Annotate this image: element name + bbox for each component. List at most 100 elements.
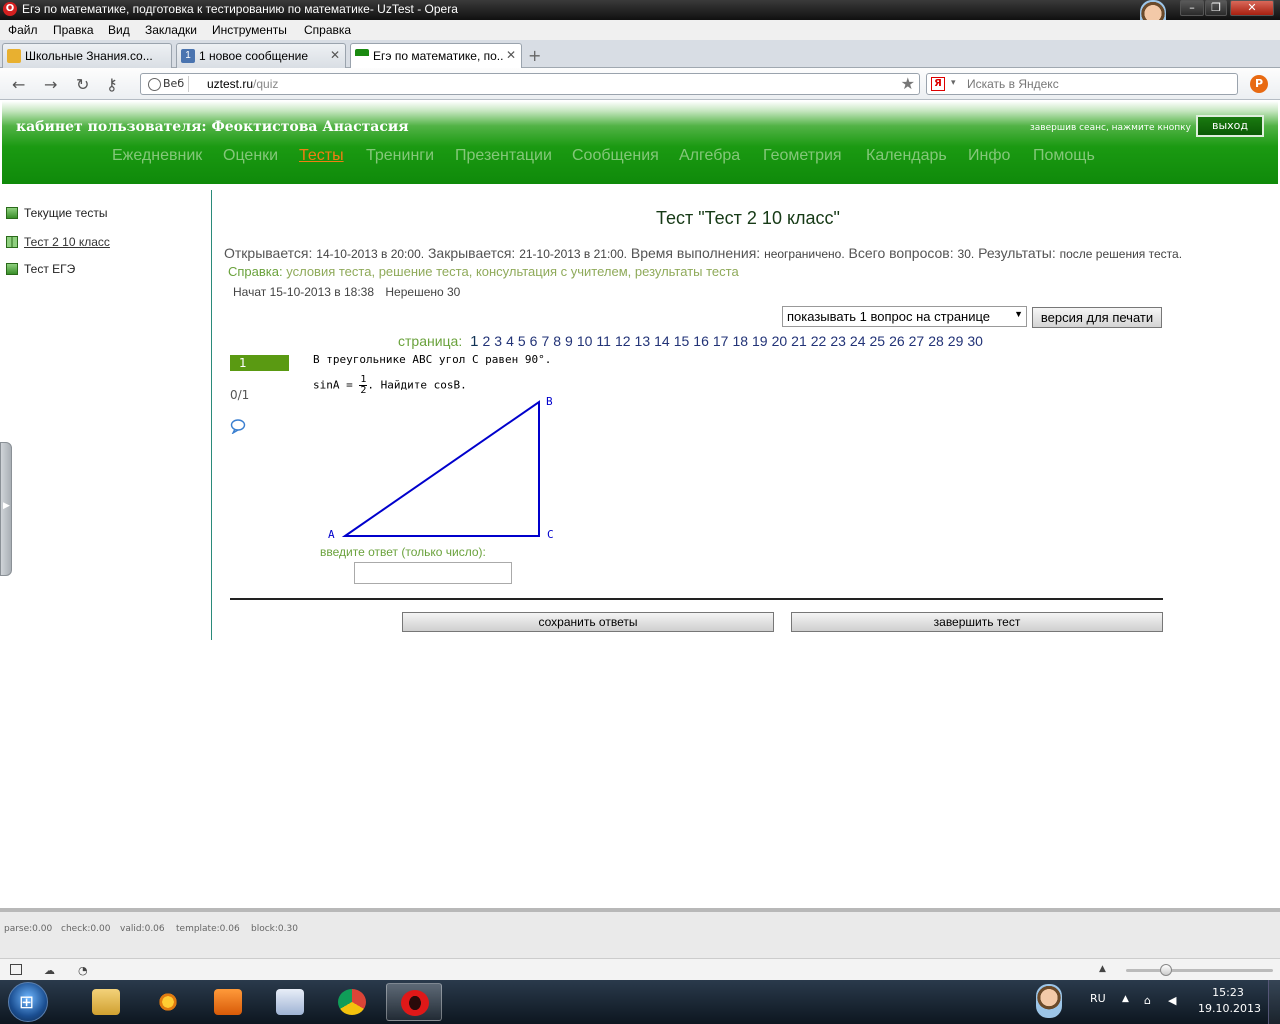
page-link-9[interactable]: 9 bbox=[565, 333, 573, 349]
help-link-solution[interactable]: решение теста bbox=[379, 264, 469, 279]
nav-geometry[interactable]: Геометрия bbox=[763, 147, 842, 165]
menu-tools[interactable]: Инструменты bbox=[212, 23, 287, 37]
page-link-6[interactable]: 6 bbox=[530, 333, 538, 349]
language-indicator[interactable]: RU bbox=[1090, 992, 1106, 1005]
page-link-20[interactable]: 20 bbox=[772, 333, 788, 349]
nav-tests[interactable]: Тесты bbox=[299, 147, 344, 165]
back-icon[interactable]: ← bbox=[12, 75, 25, 94]
page-link-14[interactable]: 14 bbox=[654, 333, 670, 349]
forward-icon[interactable]: → bbox=[44, 75, 57, 94]
key-icon[interactable]: ⚷ bbox=[106, 75, 118, 94]
show-desktop-button[interactable] bbox=[1268, 980, 1280, 1024]
chevron-down-icon[interactable]: ▾ bbox=[951, 78, 956, 88]
minimize-button[interactable]: – bbox=[1180, 0, 1204, 16]
taskbar-explorer[interactable] bbox=[78, 983, 134, 1021]
print-version-button[interactable]: версия для печати bbox=[1032, 307, 1162, 328]
nav-algebra[interactable]: Алгебра bbox=[679, 147, 740, 165]
taskbar-icq[interactable] bbox=[140, 983, 196, 1021]
network-icon[interactable]: ⌂ bbox=[1144, 994, 1151, 1007]
maximize-button[interactable]: ❐ bbox=[1205, 0, 1227, 16]
side-panel-handle[interactable]: ▶ bbox=[0, 442, 12, 576]
menu-help[interactable]: Справка bbox=[304, 23, 351, 37]
yandex-icon[interactable]: Я bbox=[931, 77, 945, 91]
close-window-button[interactable]: ✕ bbox=[1230, 0, 1274, 16]
page-link-16[interactable]: 16 bbox=[693, 333, 709, 349]
tab-messages[interactable]: 1 1 новое сообщение ✕ bbox=[176, 43, 346, 68]
finish-test-button[interactable]: завершить тест bbox=[791, 612, 1163, 632]
user-avatar-icon[interactable] bbox=[1036, 984, 1062, 1018]
comment-icon[interactable] bbox=[230, 418, 246, 434]
answer-input[interactable] bbox=[354, 562, 512, 584]
page-link-28[interactable]: 28 bbox=[928, 333, 944, 349]
menu-view[interactable]: Вид bbox=[108, 23, 130, 37]
page-link-10[interactable]: 10 bbox=[577, 333, 593, 349]
nav-trainings[interactable]: Тренинги bbox=[366, 147, 434, 165]
page-link-15[interactable]: 15 bbox=[674, 333, 690, 349]
opera-menu-icon[interactable]: P bbox=[1250, 75, 1268, 93]
page-link-26[interactable]: 26 bbox=[889, 333, 905, 349]
panel-toggle-icon[interactable] bbox=[10, 964, 22, 975]
taskbar-media-player[interactable] bbox=[200, 983, 256, 1021]
sidebar-item-ege[interactable]: Тест ЕГЭ bbox=[6, 262, 75, 276]
zoom-slider-thumb[interactable] bbox=[1160, 964, 1172, 976]
taskbar-chrome[interactable] bbox=[324, 983, 380, 1021]
tab-close-icon[interactable]: ✕ bbox=[506, 48, 516, 62]
clock-time[interactable]: 15:23 bbox=[1198, 986, 1258, 999]
save-answers-button[interactable]: сохранить ответы bbox=[402, 612, 774, 632]
page-link-19[interactable]: 19 bbox=[752, 333, 768, 349]
page-link-11[interactable]: 11 bbox=[596, 333, 611, 349]
page-link-8[interactable]: 8 bbox=[553, 333, 561, 349]
search-field[interactable]: Я ▾ Искать в Яндекс bbox=[926, 73, 1238, 95]
speedometer-icon[interactable]: ◔ bbox=[78, 964, 92, 977]
help-link-results[interactable]: результаты теста bbox=[635, 264, 739, 279]
volume-icon[interactable]: ◀ bbox=[1168, 994, 1176, 1007]
nav-messages[interactable]: Сообщения bbox=[572, 147, 659, 165]
nav-calendar[interactable]: Календарь bbox=[866, 147, 947, 165]
menu-file[interactable]: Файл bbox=[8, 23, 38, 37]
tab-uztest[interactable]: Егэ по математике, по... ✕ bbox=[350, 43, 522, 69]
clock-date[interactable]: 19.10.2013 bbox=[1198, 1002, 1261, 1015]
page-link-13[interactable]: 13 bbox=[635, 333, 651, 349]
bookmark-star-icon[interactable]: ★ bbox=[901, 74, 915, 93]
page-link-18[interactable]: 18 bbox=[732, 333, 748, 349]
help-link-conditions[interactable]: условия теста bbox=[286, 264, 371, 279]
logout-button[interactable]: выход bbox=[1196, 115, 1264, 137]
zoom-up-icon[interactable]: ▲ bbox=[1099, 964, 1113, 976]
page-link-23[interactable]: 23 bbox=[830, 333, 846, 349]
page-link-1[interactable]: 1 bbox=[470, 333, 478, 350]
page-link-25[interactable]: 25 bbox=[869, 333, 885, 349]
address-field[interactable]: Веб uztest.ru/quiz ★ bbox=[140, 73, 920, 95]
page-link-17[interactable]: 17 bbox=[713, 333, 729, 349]
nav-info[interactable]: Инфо bbox=[968, 147, 1010, 165]
page-link-21[interactable]: 21 bbox=[791, 333, 807, 349]
page-link-7[interactable]: 7 bbox=[541, 333, 549, 349]
page-link-2[interactable]: 2 bbox=[482, 333, 490, 349]
reload-icon[interactable]: ↻ bbox=[76, 75, 89, 94]
nav-presentations[interactable]: Презентации bbox=[455, 147, 552, 165]
nav-diary[interactable]: Ежедневник bbox=[112, 147, 202, 165]
new-tab-icon[interactable]: + bbox=[528, 46, 541, 65]
page-link-5[interactable]: 5 bbox=[518, 333, 526, 349]
cloud-icon[interactable]: ☁ bbox=[44, 964, 58, 977]
sidebar-item-test-2[interactable]: Тест 2 10 класс bbox=[6, 235, 110, 249]
web-chip[interactable]: Веб bbox=[145, 76, 190, 92]
nav-help[interactable]: Помощь bbox=[1033, 147, 1095, 165]
menu-edit[interactable]: Правка bbox=[53, 23, 94, 37]
taskbar-word[interactable] bbox=[262, 983, 318, 1021]
page-link-4[interactable]: 4 bbox=[506, 333, 514, 349]
zoom-slider[interactable] bbox=[1126, 969, 1273, 972]
menu-bookmarks[interactable]: Закладки bbox=[145, 23, 197, 37]
nav-grades[interactable]: Оценки bbox=[223, 147, 278, 165]
tray-expand-icon[interactable]: ▲ bbox=[1122, 994, 1129, 1004]
help-link-consult[interactable]: консультация с учителем bbox=[476, 264, 628, 279]
tab-shkolnye-znaniya[interactable]: Школьные Знания.co... bbox=[2, 43, 172, 68]
page-link-3[interactable]: 3 bbox=[494, 333, 502, 349]
page-link-12[interactable]: 12 bbox=[615, 333, 631, 349]
page-link-27[interactable]: 27 bbox=[909, 333, 925, 349]
page-link-22[interactable]: 22 bbox=[811, 333, 827, 349]
tab-close-icon[interactable]: ✕ bbox=[330, 48, 340, 62]
per-page-select[interactable]: показывать 1 вопрос на странице ▼ bbox=[782, 306, 1027, 327]
taskbar-opera[interactable] bbox=[386, 983, 442, 1021]
sidebar-item-current-tests[interactable]: Текущие тесты bbox=[6, 206, 107, 220]
page-link-30[interactable]: 30 bbox=[967, 333, 983, 349]
